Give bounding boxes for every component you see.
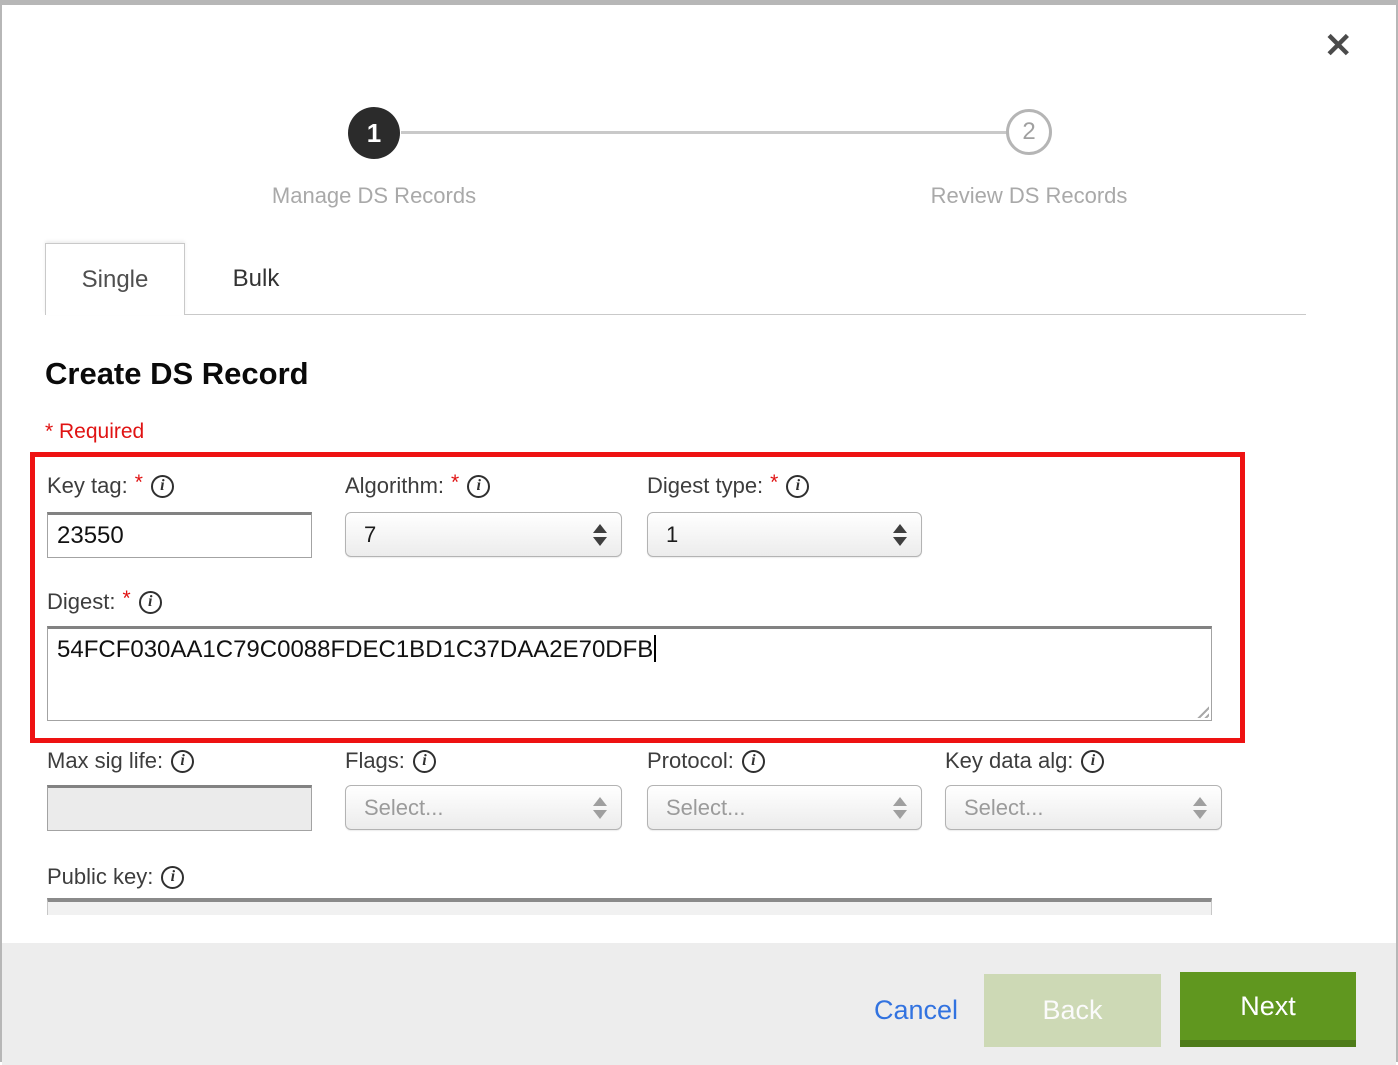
- cancel-button[interactable]: Cancel: [874, 995, 958, 1026]
- tab-bottom-border: [185, 314, 1306, 315]
- max-sig-life-input[interactable]: [47, 785, 312, 831]
- digest-text: 54FCF030AA1C79C0088FDEC1BD1C37DAA2E70DFB: [57, 636, 653, 663]
- resize-handle-icon[interactable]: [1194, 703, 1209, 718]
- protocol-select[interactable]: Select...: [647, 785, 922, 830]
- stepper-step-1-circle: 1: [348, 107, 400, 159]
- page-title: Create DS Record: [45, 356, 309, 392]
- info-icon[interactable]: i: [161, 866, 184, 889]
- key-data-alg-label: Key data alg: i: [945, 748, 1104, 774]
- select-arrows-icon: [593, 524, 607, 546]
- key-data-alg-select-value: Select...: [964, 795, 1193, 821]
- close-icon[interactable]: ✕: [1324, 29, 1353, 63]
- digest-type-select-value: 1: [666, 522, 893, 548]
- key-tag-input[interactable]: [47, 512, 312, 558]
- back-button[interactable]: Back: [984, 974, 1161, 1047]
- tab-single[interactable]: Single: [45, 243, 185, 315]
- digest-type-label-text: Digest type:: [647, 473, 763, 499]
- select-arrows-icon: [893, 524, 907, 546]
- max-sig-life-label: Max sig life: i: [47, 748, 194, 774]
- protocol-label: Protocol: i: [647, 748, 765, 774]
- info-icon[interactable]: i: [151, 475, 174, 498]
- algorithm-label: Algorithm: * i: [345, 473, 490, 499]
- tab-bulk[interactable]: Bulk: [186, 243, 326, 315]
- digest-label: Digest: * i: [47, 589, 162, 615]
- stepper-step-2-number: 2: [1022, 118, 1035, 146]
- select-arrows-icon: [593, 797, 607, 819]
- digest-type-select[interactable]: 1: [647, 512, 922, 557]
- create-ds-record-modal: ✕ 1 2 Manage DS Records Review DS Record…: [0, 0, 1398, 1062]
- stepper-step-1-label: Manage DS Records: [272, 183, 476, 209]
- next-button[interactable]: Next: [1180, 972, 1356, 1047]
- info-icon[interactable]: i: [139, 591, 162, 614]
- public-key-label-text: Public key:: [47, 864, 153, 890]
- key-data-alg-label-text: Key data alg:: [945, 748, 1073, 774]
- protocol-select-value: Select...: [666, 795, 893, 821]
- key-tag-label: Key tag: * i: [47, 473, 174, 499]
- flags-label: Flags: i: [345, 748, 436, 774]
- flags-select-value: Select...: [364, 795, 593, 821]
- info-icon[interactable]: i: [171, 750, 194, 773]
- digest-type-required-marker: *: [770, 471, 778, 495]
- select-arrows-icon: [893, 797, 907, 819]
- max-sig-life-label-text: Max sig life:: [47, 748, 163, 774]
- public-key-label: Public key: i: [47, 864, 184, 890]
- tab-single-label: Single: [82, 266, 149, 294]
- key-tag-label-text: Key tag:: [47, 473, 128, 499]
- algorithm-select-value: 7: [364, 522, 593, 548]
- algorithm-required-marker: *: [451, 471, 459, 495]
- stepper-step-2-label: Review DS Records: [931, 183, 1128, 209]
- protocol-label-text: Protocol:: [647, 748, 734, 774]
- public-key-textarea[interactable]: [47, 898, 1212, 915]
- info-icon[interactable]: i: [786, 475, 809, 498]
- algorithm-label-text: Algorithm:: [345, 473, 444, 499]
- digest-required-marker: *: [122, 587, 130, 611]
- info-icon[interactable]: i: [742, 750, 765, 773]
- key-data-alg-select[interactable]: Select...: [945, 785, 1222, 830]
- info-icon[interactable]: i: [413, 750, 436, 773]
- digest-label-text: Digest:: [47, 589, 115, 615]
- info-icon[interactable]: i: [1081, 750, 1104, 773]
- digest-type-label: Digest type: * i: [647, 473, 809, 499]
- required-note: * Required: [45, 420, 144, 444]
- flags-label-text: Flags:: [345, 748, 405, 774]
- key-tag-required-marker: *: [135, 471, 143, 495]
- tab-bulk-label: Bulk: [233, 265, 280, 293]
- digest-textarea[interactable]: 54FCF030AA1C79C0088FDEC1BD1C37DAA2E70DFB: [47, 626, 1212, 721]
- stepper-step-1-number: 1: [367, 118, 381, 149]
- stepper-connector-line: [401, 131, 1007, 134]
- info-icon[interactable]: i: [467, 475, 490, 498]
- select-arrows-icon: [1193, 797, 1207, 819]
- algorithm-select[interactable]: 7: [345, 512, 622, 557]
- text-cursor: [654, 635, 656, 662]
- stepper-step-2-circle: 2: [1006, 109, 1052, 155]
- flags-select[interactable]: Select...: [345, 785, 622, 830]
